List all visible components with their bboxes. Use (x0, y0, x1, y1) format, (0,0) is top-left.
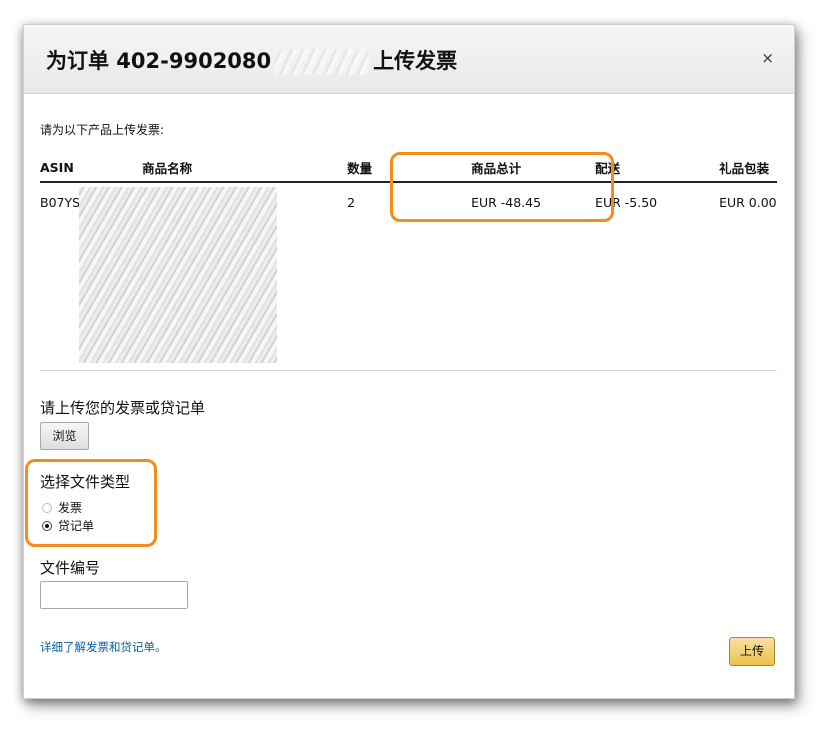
radio-credit-note[interactable] (42, 520, 52, 531)
redacted-order-digits (275, 49, 370, 75)
dialog-title: 为订单 402-9902080 上传发票 (46, 45, 457, 75)
upload-button[interactable]: 上传 (729, 637, 775, 666)
header-quantity: 数量 (347, 158, 472, 183)
learn-more-link[interactable]: 详细了解发票和贷记单。 (40, 639, 167, 655)
dialog-title-prefix: 为订单 402-9902080 (46, 49, 272, 73)
product-image-redacted (79, 187, 277, 363)
cell-quantity: 2 (347, 195, 356, 210)
upload-label: 请上传您的发票或贷记单 (40, 399, 206, 417)
divider (40, 370, 777, 371)
radio-option-invoice[interactable]: 发票 (42, 499, 82, 516)
radio-invoice[interactable] (42, 502, 52, 513)
header-asin: ASIN (40, 158, 81, 183)
cell-shipping: EUR -5.50 (595, 195, 658, 210)
radio-option-credit-note[interactable]: 贷记单 (42, 517, 94, 534)
document-number-label: 文件编号 (40, 559, 101, 577)
browse-button[interactable]: 浏览 (40, 422, 89, 450)
upload-invoice-dialog: 为订单 402-9902080 上传发票 × 请为以下产品上传发票: ASIN 商… (23, 24, 795, 699)
radio-credit-note-label: 贷记单 (58, 519, 95, 533)
table-header-row: ASIN 商品名称 数量 商品总计 配送 礼品包装 (40, 158, 777, 183)
header-gift-wrap: 礼品包装 (719, 158, 777, 183)
document-number-input[interactable] (40, 581, 188, 609)
cell-asin: B07YS (40, 195, 81, 210)
file-type-label: 选择文件类型 (40, 473, 131, 491)
cell-gift-wrap: EUR 0.00 (719, 195, 777, 210)
dialog-title-suffix: 上传发票 (373, 49, 458, 73)
close-icon[interactable]: × (761, 49, 774, 67)
radio-invoice-label: 发票 (58, 501, 83, 515)
header-shipping: 配送 (595, 158, 720, 183)
header-item-total: 商品总计 (471, 158, 596, 183)
intro-text: 请为以下产品上传发票: (40, 123, 165, 137)
cell-item-total: EUR -48.45 (471, 195, 542, 210)
dialog-header: 为订单 402-9902080 上传发票 × (24, 25, 794, 94)
header-product-name: 商品名称 (80, 158, 348, 183)
